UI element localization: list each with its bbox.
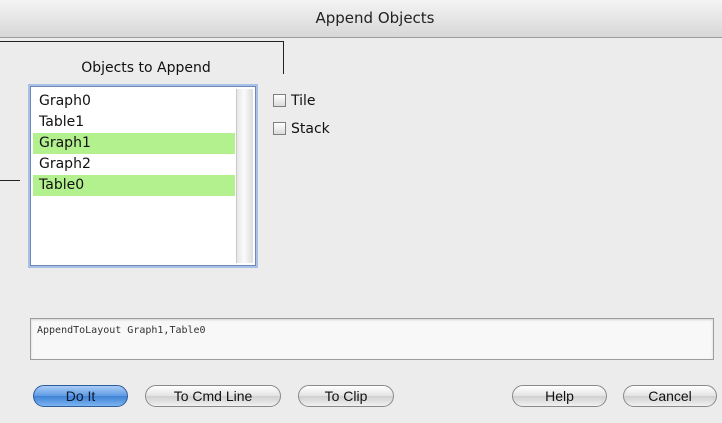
help-button[interactable]: Help (512, 385, 607, 407)
do-it-button[interactable]: Do It (33, 385, 128, 407)
callout-line-top-drop (283, 41, 284, 74)
tile-checkbox[interactable] (273, 94, 286, 107)
to-cmd-line-button[interactable]: To Cmd Line (145, 385, 281, 407)
stack-checkbox-row[interactable]: Stack (273, 120, 330, 138)
append-objects-dialog: Append Objects Objects to Append Graph0 T… (0, 0, 722, 423)
callout-line-left (0, 180, 20, 181)
objects-list[interactable]: Graph0 Table1 Graph1 Graph2 Table0 (30, 86, 256, 266)
objects-list-items: Graph0 Table1 Graph1 Graph2 Table0 (33, 91, 235, 196)
list-item[interactable]: Graph2 (33, 154, 235, 175)
list-item[interactable]: Table0 (33, 175, 235, 196)
callout-line-top (0, 41, 284, 42)
window-titlebar[interactable]: Append Objects (0, 0, 722, 38)
list-item[interactable]: Graph1 (33, 133, 235, 154)
objects-to-append-title: Objects to Append (81, 60, 211, 76)
stack-checkbox[interactable] (273, 122, 286, 135)
cancel-button[interactable]: Cancel (623, 385, 717, 407)
to-clip-button[interactable]: To Clip (298, 385, 394, 407)
window-title: Append Objects (315, 9, 435, 27)
list-item[interactable]: Table1 (33, 112, 235, 133)
stack-label: Stack (291, 121, 330, 137)
tile-label: Tile (291, 93, 316, 109)
command-preview[interactable]: AppendToLayout Graph1,Table0 (30, 318, 714, 360)
list-item[interactable]: Graph0 (33, 91, 235, 112)
tile-checkbox-row[interactable]: Tile (273, 92, 316, 110)
objects-list-scrollbar[interactable] (236, 89, 253, 263)
